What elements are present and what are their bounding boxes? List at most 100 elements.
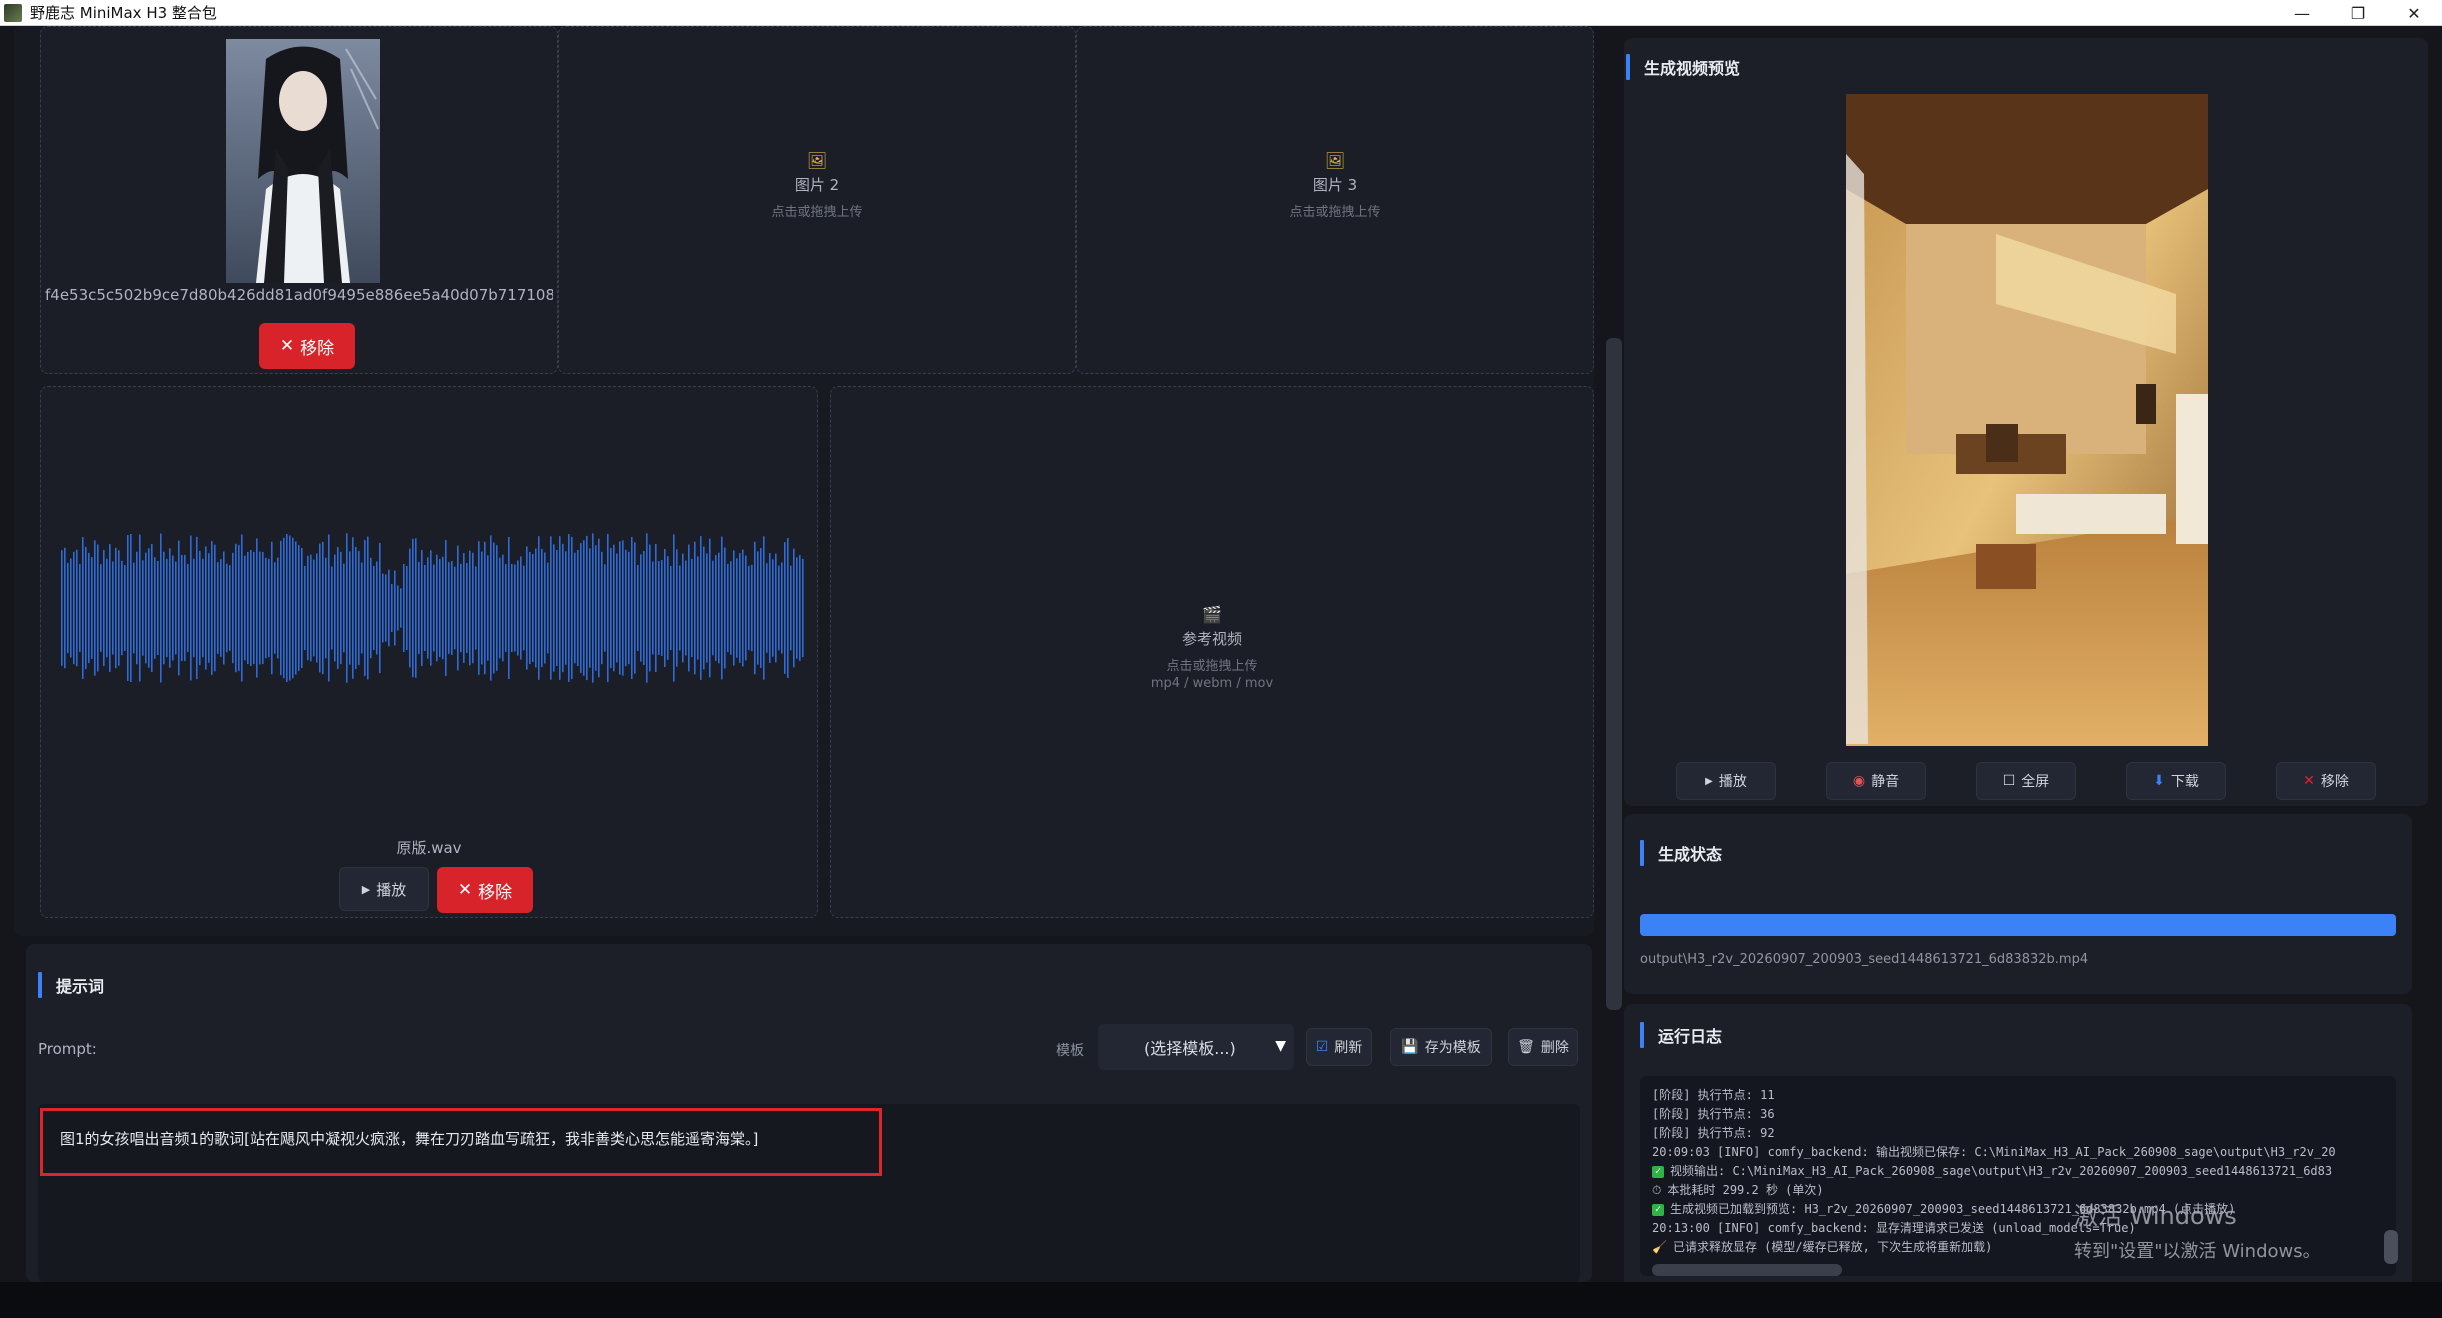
prompt-textarea[interactable]: 图1的女孩唱出音频1的歌词[站在飓风中凝视火疯涨，舞在刀刃踏血写疏狂，我非善类心… — [38, 1104, 1580, 1282]
waveform-bar — [757, 551, 759, 665]
restore-button[interactable]: ❐ — [2330, 0, 2386, 26]
waveform-bar — [691, 558, 693, 658]
waveform-bar — [595, 545, 597, 671]
waveform-bar — [544, 552, 546, 664]
template-select[interactable]: (选择模板...) ▼ — [1098, 1024, 1294, 1070]
waveform-bar — [784, 542, 786, 674]
reference-video-name: 参考视频 — [1181, 630, 1242, 648]
waveform-bar — [67, 562, 69, 654]
waveform-bar — [418, 561, 420, 655]
section-accent-bar — [1640, 840, 1644, 866]
waveform-bar — [358, 550, 360, 666]
waveform-bar — [160, 533, 162, 683]
audio-slot[interactable]: 原版.wav ▶ 播放 ✕ 移除 — [40, 386, 818, 918]
log-horizontal-scrollbar[interactable] — [1652, 1264, 1842, 1276]
left-scrollbar-thumb[interactable] — [1606, 338, 1622, 1010]
log-vertical-scrollbar[interactable] — [2384, 1230, 2398, 1264]
waveform-bar — [628, 551, 630, 665]
preview-download-button[interactable]: ⬇ 下载 — [2126, 762, 2226, 800]
waveform-bar — [760, 548, 762, 668]
waveform-bar — [616, 553, 618, 663]
log-line: [阶段] 执行节点: 92 — [1652, 1126, 1775, 1140]
waveform-bar — [217, 562, 219, 654]
waveform-bar — [514, 564, 516, 652]
waveform-bar — [415, 538, 417, 678]
waveform-bar — [148, 548, 150, 668]
waveform-bar — [778, 565, 780, 651]
waveform-bar — [82, 537, 84, 679]
waveform-bar — [412, 538, 414, 678]
waveform-bar — [427, 557, 429, 659]
preview-play-button[interactable]: ▶ 播放 — [1676, 762, 1776, 800]
image-icon: 🖼 — [1324, 151, 1346, 170]
waveform-bar — [292, 537, 294, 679]
reference-video-hint: 点击或拖拽上传 — [1166, 659, 1258, 674]
remove-image-button[interactable]: ✕ 移除 — [259, 323, 355, 369]
image-slot-3[interactable]: 🖼 图片 3 点击或拖拽上传 — [1076, 26, 1594, 374]
waveform-bar — [61, 550, 63, 666]
log-line: [阶段] 执行节点: 11 — [1652, 1088, 1775, 1102]
waveform-bar — [220, 559, 222, 657]
remove-audio-label: 移除 — [478, 882, 513, 903]
waveform-bar — [331, 566, 333, 650]
image-slot-1[interactable]: f4e53c5c502b9ce7d80b426dd81ad0f9495e886e… — [40, 26, 558, 374]
portrait-thumbnail — [226, 39, 380, 283]
waveform-bar — [433, 564, 435, 652]
save-template-button[interactable]: 💾 存为模板 — [1390, 1028, 1492, 1066]
waveform-bar — [745, 555, 747, 661]
waveform-bar — [559, 536, 561, 680]
waveform-bar — [538, 536, 540, 680]
waveform-bar — [229, 565, 231, 651]
waveform-bar — [121, 560, 123, 656]
refresh-template-button[interactable]: ☑ 刷新 — [1306, 1028, 1372, 1066]
section-accent-bar — [1626, 54, 1630, 80]
waveform-bar — [103, 549, 105, 667]
waveform-bar — [235, 543, 237, 673]
checkmark-icon: ✓ — [1652, 1203, 1664, 1216]
waveform-bar — [640, 554, 642, 662]
waveform-bar — [619, 541, 621, 675]
waveform-bar — [766, 563, 768, 653]
preview-remove-button[interactable]: ✕ 移除 — [2276, 762, 2376, 800]
template-label: 模板 — [1056, 1043, 1084, 1059]
waveform-bar — [178, 540, 180, 676]
mute-icon: ◉ — [1852, 773, 1866, 789]
waveform-bar — [658, 561, 660, 655]
waveform-bar — [79, 564, 81, 652]
waveform-bar — [319, 543, 321, 673]
waveform-bar — [478, 541, 480, 675]
preview-fullscreen-button[interactable]: ☐ 全屏 — [1976, 762, 2076, 800]
image-slot-2-hint: 点击或拖拽上传 — [771, 205, 863, 220]
image-slot-2[interactable]: 🖼 图片 2 点击或拖拽上传 — [558, 26, 1076, 374]
log-line-text: 本批耗时 299.2 秒 (单次) — [1667, 1183, 1824, 1197]
waveform-bar — [634, 542, 636, 674]
preview-download-label: 下载 — [2170, 774, 2199, 790]
log-line-ok: ✓ 视频输出: C:\MiniMax_H3_AI_Pack_260908_sage… — [1652, 1162, 2384, 1181]
reference-video-slot[interactable]: 🎬 参考视频 点击或拖拽上传 mp4 / webm / mov — [830, 386, 1594, 918]
video-preview-frame[interactable] — [1846, 94, 2208, 746]
waveform-bar — [325, 557, 327, 659]
waveform-bar — [346, 533, 348, 683]
audio-waveform[interactable] — [61, 533, 805, 683]
waveform-bar — [469, 550, 471, 666]
waveform-bar — [703, 546, 705, 670]
preview-mute-button[interactable]: ◉ 静音 — [1826, 762, 1926, 800]
waveform-bar — [295, 541, 297, 675]
output-path: output\H3_r2v_20260907_200903_seed144861… — [1640, 952, 2089, 967]
delete-template-button[interactable]: 🗑 删除 — [1508, 1028, 1578, 1066]
waveform-bar — [523, 565, 525, 651]
waveform-bar — [268, 558, 270, 658]
waveform-bar — [241, 534, 243, 682]
waveform-bar — [409, 548, 411, 668]
waveform-bar — [742, 549, 744, 667]
waveform-bar — [652, 561, 654, 655]
waveform-bar — [379, 542, 381, 674]
waveform-bar — [112, 561, 114, 655]
refresh-icon: ☑ — [1315, 1039, 1329, 1055]
close-button[interactable]: ✕ — [2386, 0, 2442, 26]
window-controls: — ❐ ✕ — [2274, 0, 2442, 26]
minimize-button[interactable]: — — [2274, 0, 2330, 26]
remove-audio-button[interactable]: ✕ 移除 — [437, 867, 533, 913]
waveform-bar — [490, 535, 492, 681]
audio-play-button[interactable]: ▶ 播放 — [339, 867, 429, 911]
